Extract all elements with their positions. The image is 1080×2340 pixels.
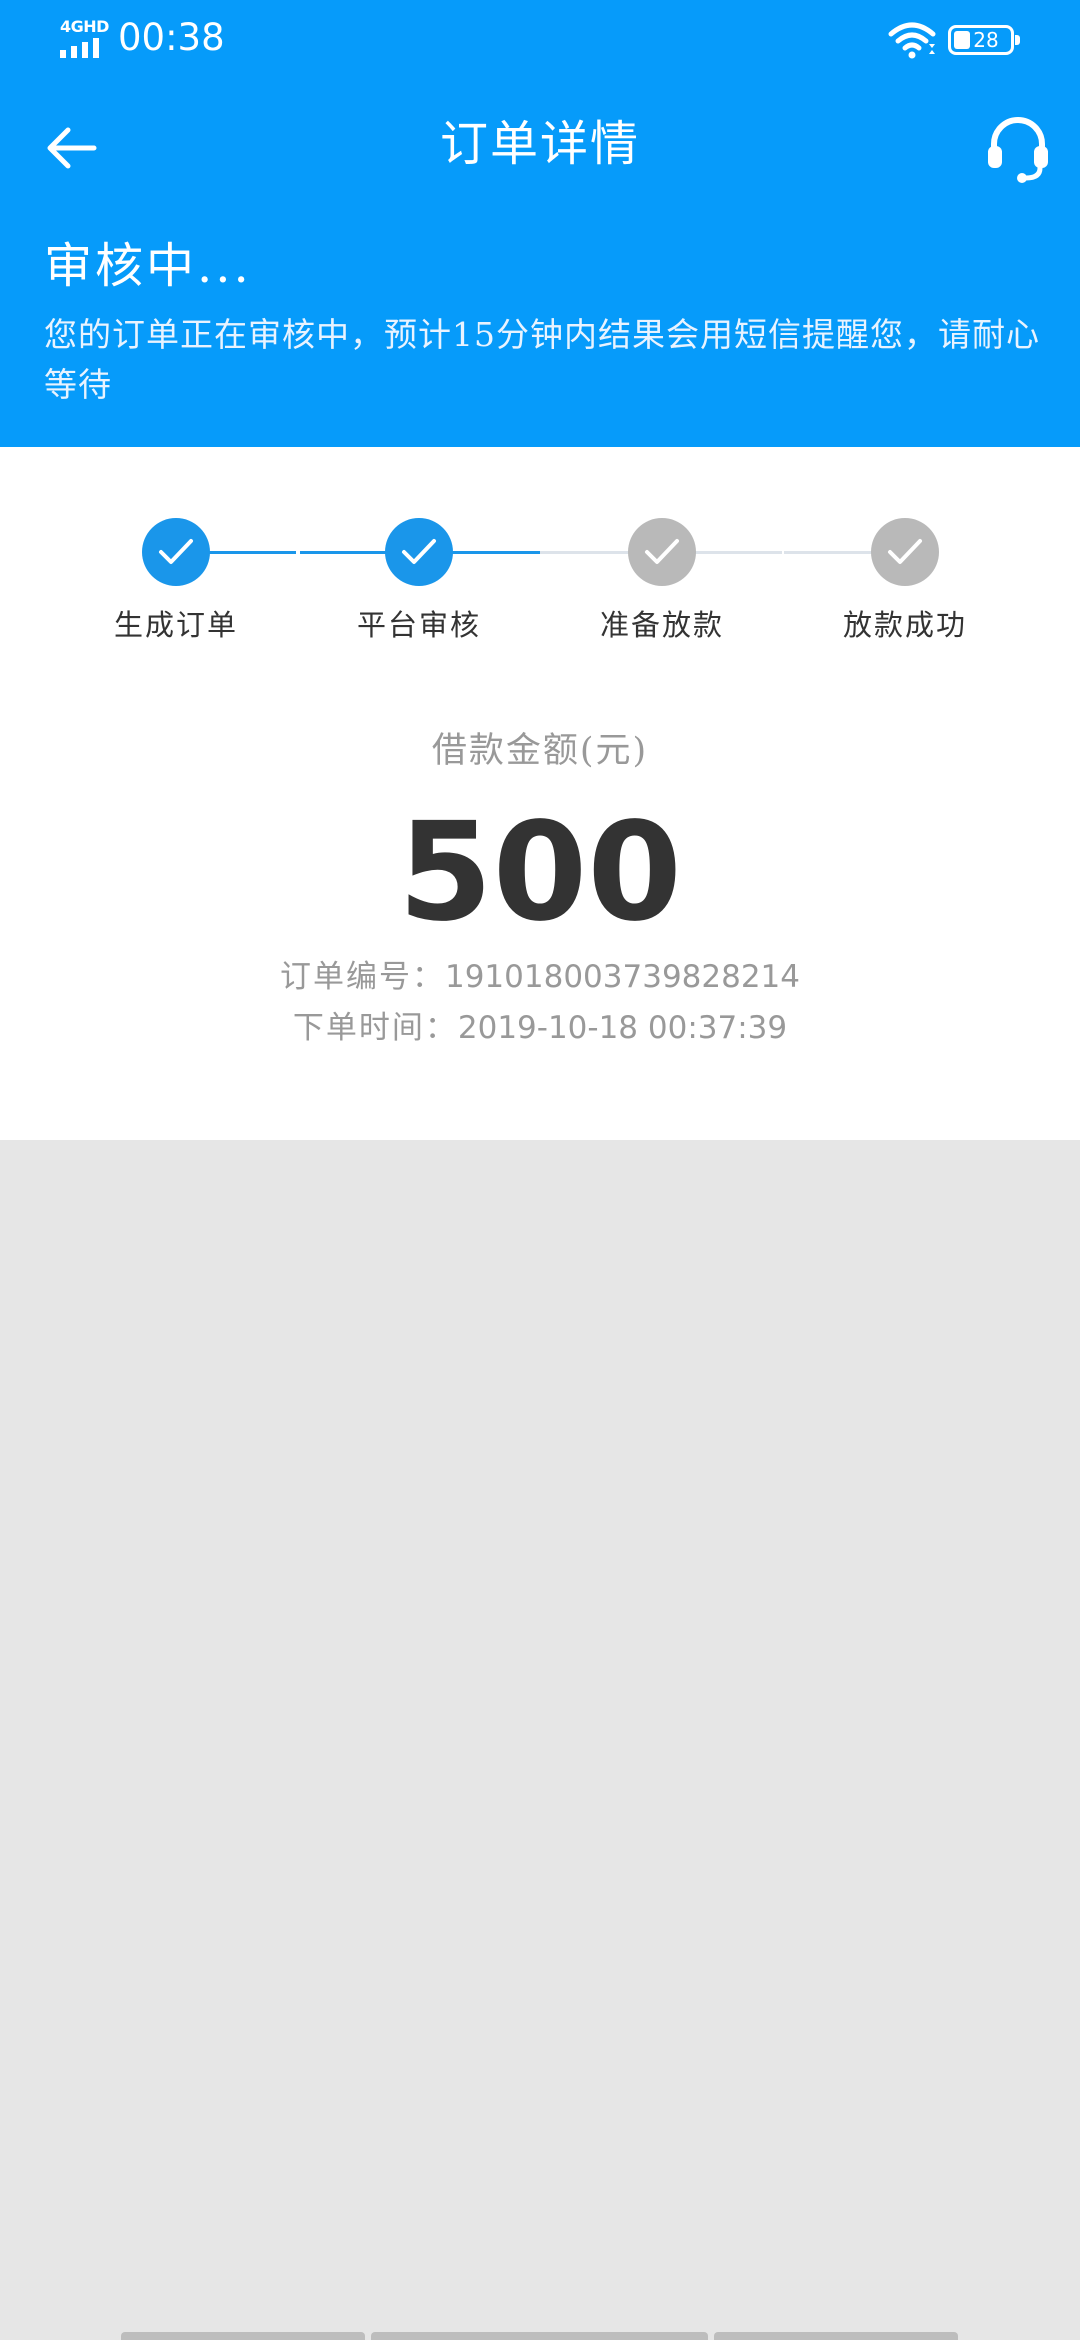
status-bar: 4GHD 00:38 28	[0, 0, 1080, 80]
step-4-check-icon	[871, 518, 939, 586]
bottom-nav-indicator-3	[714, 2332, 958, 2340]
bottom-nav-indicator-2	[371, 2332, 708, 2340]
top-header-area: 4GHD 00:38 28 订单详情 审核中... 您的订单正在审核中，预计15	[0, 0, 1080, 447]
step-3-label: 准备放款	[599, 608, 724, 642]
order-detail-card: 生成订单 平台审核 准备放款 放款成功 借款金额(元) 500 订单编号：191…	[0, 447, 1080, 1140]
battery-level: 28	[973, 28, 999, 52]
step-1-check-icon	[142, 518, 210, 586]
bottom-nav-indicator-1	[121, 2332, 365, 2340]
battery-icon: 28	[948, 25, 1020, 55]
step-2-label: 平台审核	[356, 608, 481, 642]
step-2-check-icon	[385, 518, 453, 586]
loan-amount-label: 借款金额(元)	[431, 731, 649, 771]
step-1-label: 生成订单	[113, 608, 238, 642]
page-title: 订单详情	[439, 116, 640, 172]
order-number: 订单编号：1910180037398282​14	[0, 955, 1080, 999]
cellular-signal-icon: 4GHD	[58, 17, 109, 60]
order-time-value: 2019-10-18 00:37:39	[457, 1010, 788, 1046]
loan-amount-value: 500	[398, 794, 682, 952]
customer-service-headset-icon[interactable]	[982, 112, 1054, 184]
step-4-label: 放款成功	[842, 608, 967, 642]
step-3-check-icon	[628, 518, 696, 586]
order-time-label: 下单时间：	[292, 1010, 458, 1046]
status-time: 00:38	[118, 16, 225, 59]
order-number-label: 订单编号：	[279, 959, 445, 995]
order-time: 下单时间：2019-10-18 00:37:39	[0, 1006, 1080, 1050]
review-status-description: 您的订单正在审核中，预计15分钟内结果会用短信提醒您，请耐心等待	[44, 315, 1040, 404]
network-type: 4GHD	[60, 17, 109, 36]
review-status-title: 审核中...	[44, 238, 252, 294]
wifi-icon	[888, 22, 936, 59]
order-number-value: 1910180037398282​14	[444, 959, 801, 995]
